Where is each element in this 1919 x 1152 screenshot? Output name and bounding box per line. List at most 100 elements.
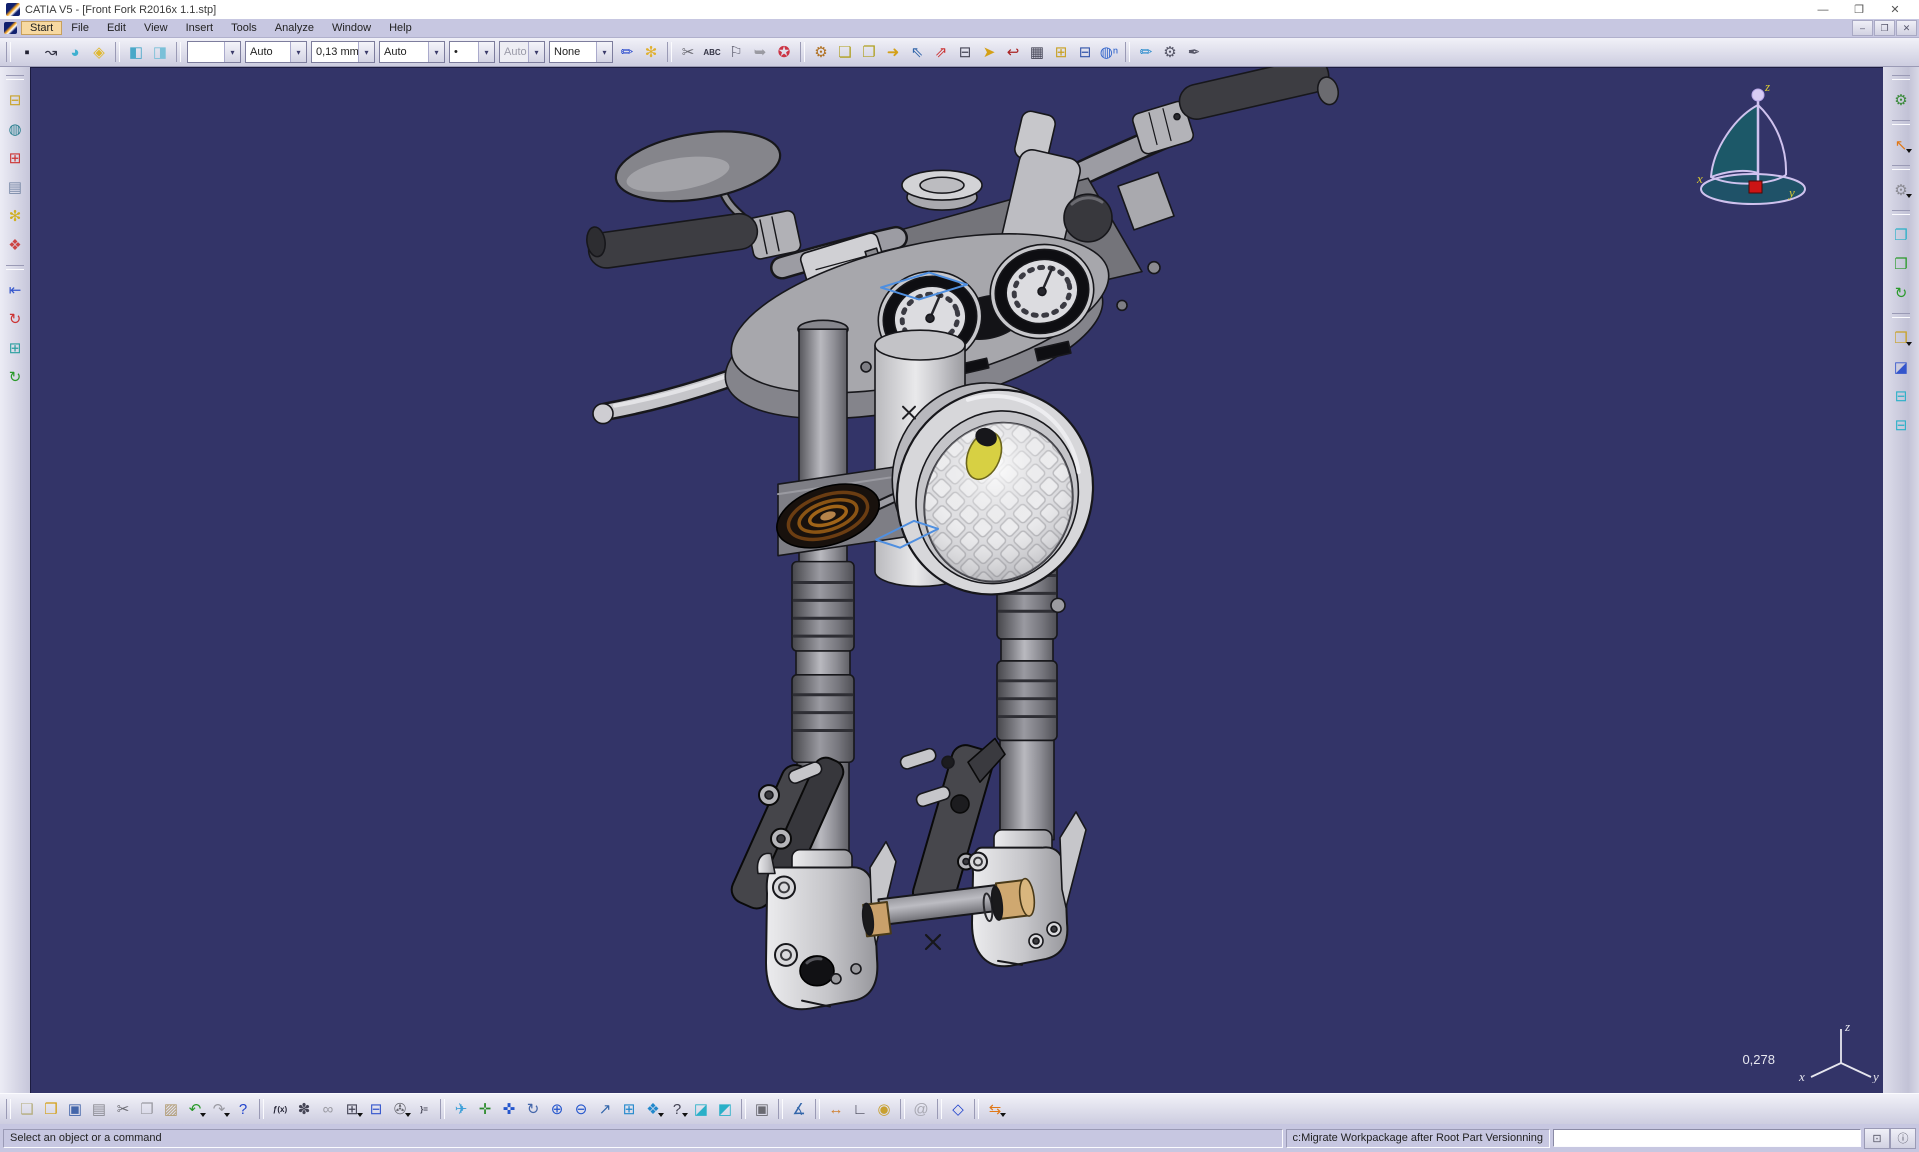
toolbar-handle[interactable]	[1892, 75, 1910, 80]
cut-dimension-icon[interactable]: ✂	[676, 40, 700, 64]
undo-tree-icon[interactable]: ↩	[1001, 40, 1025, 64]
toolbar-separator[interactable]	[259, 1099, 264, 1119]
fit-all-in-icon[interactable]: ✛	[473, 1097, 497, 1121]
chevron-down-icon[interactable]: ▾	[528, 42, 544, 62]
chevron-down-icon[interactable]: ▾	[290, 42, 306, 62]
select-arrow-icon[interactable]: ↖	[1889, 133, 1913, 157]
chevron-down-icon[interactable]: ▾	[428, 42, 444, 62]
capture-image-icon[interactable]: ❐	[1889, 223, 1913, 247]
dot-icon[interactable]: ▪	[15, 40, 39, 64]
hide-show-icon[interactable]: ◪	[689, 1097, 713, 1121]
swap-space-icon[interactable]: ◩	[713, 1097, 737, 1121]
fly-mode-icon[interactable]: ✈	[449, 1097, 473, 1121]
folder-tree-icon[interactable]: ⊞	[1049, 40, 1073, 64]
export-image-icon[interactable]: ❐	[1889, 252, 1913, 276]
open-catalog-icon[interactable]: ❒	[1889, 326, 1913, 350]
catalog-gears-icon[interactable]: ⚙	[809, 40, 833, 64]
zoom-out-icon[interactable]: ⊖	[569, 1097, 593, 1121]
menu-edit[interactable]: Edit	[98, 21, 135, 35]
line-thickness-select[interactable]: 0,13 mm ▾	[311, 41, 375, 63]
toolbar-handle[interactable]	[6, 75, 24, 80]
fill-color-select[interactable]: Auto ▾	[245, 41, 307, 63]
database-tree-icon[interactable]: ▤	[3, 175, 27, 199]
network-tree-icon[interactable]: ◍	[3, 117, 27, 141]
update-document-icon[interactable]: ↻	[3, 365, 27, 389]
toolbar-separator[interactable]	[115, 42, 120, 62]
menu-file[interactable]: File	[62, 21, 98, 35]
compass[interactable]: x y z	[1683, 77, 1833, 217]
chevron-down-icon[interactable]: ▾	[224, 42, 240, 62]
toolbar-handle[interactable]	[1892, 313, 1910, 318]
toolbar-separator[interactable]	[937, 1099, 942, 1119]
text-abc-icon[interactable]: ABC	[700, 40, 724, 64]
menu-start[interactable]: Start	[21, 21, 62, 35]
minimize-button[interactable]: —	[1805, 1, 1841, 18]
iso-view-icon[interactable]: ❖	[641, 1097, 665, 1121]
space-analysis-icon[interactable]: ⇆	[983, 1097, 1007, 1121]
mdi-restore-button[interactable]: ❐	[1874, 20, 1895, 36]
link-icon[interactable]: ∞	[316, 1097, 340, 1121]
undo-icon[interactable]: ↶	[183, 1097, 207, 1121]
toolbar-handle[interactable]	[176, 42, 181, 62]
doc-forward-icon[interactable]: ➜	[881, 40, 905, 64]
look-at-icon[interactable]: ?	[665, 1097, 689, 1121]
flag-note-icon[interactable]: ⚐	[724, 40, 748, 64]
toolbar-separator[interactable]	[815, 1099, 820, 1119]
wireframe-cube-icon[interactable]: ◨	[148, 40, 172, 64]
catalog-doc-alt-icon[interactable]: ❐	[857, 40, 881, 64]
product-structure-icon[interactable]: ⊟	[3, 88, 27, 112]
redo-icon[interactable]: ↷	[207, 1097, 231, 1121]
doc-tree-icon[interactable]: ⊟	[953, 40, 977, 64]
pan-icon[interactable]: ✜	[497, 1097, 521, 1121]
mdi-minimize-button[interactable]: –	[1852, 20, 1873, 36]
wizard-icon[interactable]: ✻	[639, 40, 663, 64]
chevron-down-icon[interactable]: ▾	[596, 42, 612, 62]
design-table-45-icon[interactable]: ▦	[1025, 40, 1049, 64]
ignition-cap[interactable]	[902, 170, 982, 210]
copy-icon[interactable]: ❐	[135, 1097, 159, 1121]
product-tree-icon[interactable]: ⊟	[364, 1097, 388, 1121]
menu-tools[interactable]: Tools	[222, 21, 266, 35]
point-symbol-select[interactable]: • ▾	[449, 41, 495, 63]
print-icon[interactable]: ▤	[87, 1097, 111, 1121]
constraints-icon[interactable]: }=	[412, 1097, 436, 1121]
zoom-in-icon[interactable]: ⊕	[545, 1097, 569, 1121]
part-pencil-icon[interactable]: ✏	[1134, 40, 1158, 64]
gears-table-icon[interactable]: ⚙	[1158, 40, 1182, 64]
chevron-down-icon[interactable]: ▾	[358, 42, 374, 62]
shaded-cube-icon[interactable]: ◧	[124, 40, 148, 64]
dialog-toggle-button[interactable]: ⊡	[1864, 1128, 1890, 1149]
refresh-image-icon[interactable]: ↻	[1889, 281, 1913, 305]
toolbar-separator[interactable]	[900, 1099, 905, 1119]
mdi-close-button[interactable]: ✕	[1896, 20, 1917, 36]
gear-cursor-icon[interactable]: ⚙	[1889, 178, 1913, 202]
seal-icon[interactable]: ✪	[772, 40, 796, 64]
catalog-doc-icon[interactable]: ❏	[833, 40, 857, 64]
camera-icon[interactable]: ▣	[750, 1097, 774, 1121]
toolbar-handle[interactable]	[6, 1099, 11, 1119]
structure-tree-alt-icon[interactable]: ⊟	[1889, 413, 1913, 437]
design-table-icon[interactable]: ⊞	[340, 1097, 364, 1121]
toolbar-handle[interactable]	[1892, 165, 1910, 170]
rotate-icon[interactable]: ↻	[521, 1097, 545, 1121]
toolbar-separator[interactable]	[800, 42, 805, 62]
measure-icon[interactable]: ∡	[787, 1097, 811, 1121]
insert-component-icon[interactable]: ⊞	[3, 146, 27, 170]
normal-view-icon[interactable]: ↗	[593, 1097, 617, 1121]
info-button[interactable]: ⓘ	[1890, 1128, 1916, 1149]
axis-tree-icon[interactable]: ⊞	[3, 336, 27, 360]
prism-icon[interactable]: ◇	[946, 1097, 970, 1121]
menu-insert[interactable]: Insert	[177, 21, 223, 35]
toolbar-separator[interactable]	[974, 1099, 979, 1119]
hyperlink-icon[interactable]: ➥	[748, 40, 772, 64]
menu-window[interactable]: Window	[323, 21, 380, 35]
multi-view-icon[interactable]: ⊞	[617, 1097, 641, 1121]
replace-loop-icon[interactable]: ↻	[3, 307, 27, 331]
arrow-doc-icon[interactable]: ➤	[977, 40, 1001, 64]
cut-icon[interactable]: ✂	[111, 1097, 135, 1121]
compass-base-handle[interactable]	[1749, 181, 1762, 193]
toolbar-separator[interactable]	[440, 1099, 445, 1119]
update-gears-icon[interactable]: ⚙	[1889, 88, 1913, 112]
save-icon[interactable]: ▣	[63, 1097, 87, 1121]
menu-analyze[interactable]: Analyze	[266, 21, 323, 35]
